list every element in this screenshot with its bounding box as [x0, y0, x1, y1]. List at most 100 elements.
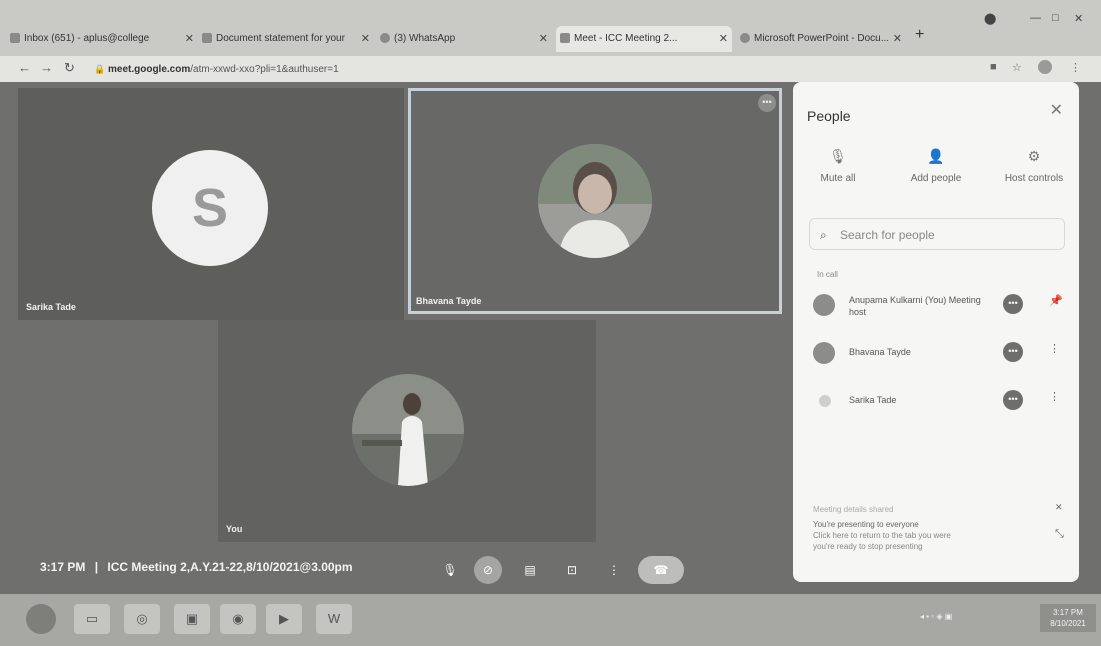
folder-icon[interactable]: ▣	[174, 604, 210, 634]
start-button[interactable]	[26, 604, 56, 634]
maximize-icon[interactable]: □	[1052, 12, 1059, 24]
tile-name: Bhavana Tayde	[416, 296, 482, 306]
action-label: Add people	[910, 173, 962, 184]
more-options-icon[interactable]: •••	[758, 94, 776, 112]
separator: |	[94, 560, 99, 574]
system-clock[interactable]: 3:17 PM 8/10/2021	[1040, 604, 1096, 632]
avatar	[538, 144, 652, 258]
star-icon[interactable]: ☆	[1012, 61, 1022, 74]
avatar	[352, 374, 464, 486]
gmail-icon	[10, 33, 20, 43]
avatar: S	[152, 150, 268, 266]
tab-google-meet[interactable]: Meet - ICC Meeting 2... ✕	[556, 26, 732, 52]
list-item[interactable]: Anupama Kulkarni (You) Meeting host ••• …	[813, 290, 1065, 326]
end-call-icon[interactable]: ☎	[638, 556, 684, 584]
mute-all-icon: 🎙	[829, 148, 847, 164]
more-icon[interactable]: ⋮	[600, 556, 628, 584]
reload-icon[interactable]: ↻	[64, 60, 75, 76]
captions-icon[interactable]: ▤	[516, 556, 544, 584]
close-window-icon[interactable]: ✕	[1074, 12, 1083, 25]
participant-name: Bhavana Tayde	[849, 347, 911, 357]
camera-off-icon[interactable]: ⊘	[474, 556, 502, 584]
tab-gmail-inbox[interactable]: Inbox (651) - aplus@college ✕	[6, 26, 198, 52]
screenshot: Inbox (651) - aplus@college ✕ Document s…	[0, 0, 1101, 646]
lock-icon: 🔒	[94, 64, 106, 74]
search-icon: ⌕	[820, 228, 827, 242]
tab-title: Inbox (651) - aplus@college	[24, 33, 150, 44]
record-icon: ⬤	[984, 13, 997, 25]
host-controls-button[interactable]: ⚙ Host controls	[989, 148, 1079, 184]
whatsapp-icon	[380, 33, 390, 43]
tab-title: Document statement for your	[216, 33, 345, 44]
tab-powerpoint[interactable]: Microsoft PowerPoint - Docu... ✕	[736, 26, 906, 52]
tab-title: Microsoft PowerPoint - Docu...	[754, 33, 890, 44]
media-player-icon[interactable]: ▶	[266, 604, 302, 634]
participant-name: Sarika Tade	[849, 395, 897, 405]
mic-icon[interactable]: 🎙	[436, 556, 464, 584]
participant-tile-you[interactable]: You	[218, 320, 596, 542]
word-icon[interactable]: W	[316, 604, 352, 634]
list-item[interactable]: Sarika Tade ••• ⋮	[813, 386, 1065, 422]
minimize-icon[interactable]: —	[1030, 12, 1041, 24]
close-icon[interactable]: ✕	[185, 26, 194, 52]
clock-date: 8/10/2021	[1050, 619, 1086, 628]
notice-heading: Meeting details shared	[813, 505, 894, 514]
url-host: meet.google.com	[108, 64, 191, 75]
mute-all-button[interactable]: 🎙 Mute all	[793, 148, 883, 184]
more-options-icon[interactable]: •••	[1003, 294, 1023, 314]
expand-icon[interactable]: ⤡	[1055, 528, 1064, 541]
kebab-menu-icon[interactable]: ⋮	[1049, 390, 1060, 403]
participant-tile-sarika[interactable]: S Sarika Tade	[18, 88, 404, 320]
tray-icons[interactable]: ◂ ▪ ▫ ◈ ▣	[920, 612, 952, 621]
notice-line: You're presenting to everyone	[813, 520, 919, 529]
menu-icon[interactable]: ⋮	[1070, 61, 1081, 74]
avatar	[819, 395, 831, 407]
tile-name: You	[226, 524, 243, 534]
person-photo-icon	[352, 374, 464, 486]
notice-line: Click here to return to the tab you were	[813, 531, 951, 540]
tile-name: Sarika Tade	[26, 302, 76, 312]
close-icon[interactable]: ✕	[893, 26, 902, 52]
close-icon[interactable]: ✕	[1055, 502, 1063, 513]
profile-avatar[interactable]	[1038, 60, 1052, 74]
meeting-info: 3:17 PM | ICC Meeting 2,A.Y.21-22,8/10/2…	[40, 560, 353, 574]
gmail-icon	[202, 33, 212, 43]
tab-title: Meet - ICC Meeting 2...	[574, 33, 678, 44]
close-icon[interactable]: ✕	[361, 26, 370, 52]
tab-title: (3) WhatsApp	[394, 33, 456, 44]
participant-tile-bhavana[interactable]: ••• Bhavana Tayde	[408, 88, 782, 314]
url-field[interactable]: 🔒 meet.google.com/atm-xxwd-xxo?pli=1&aut…	[94, 59, 854, 79]
search-people-input[interactable]: ⌕ Search for people	[809, 218, 1065, 250]
action-label: Mute all	[820, 173, 856, 184]
meeting-time: 3:17 PM	[40, 560, 86, 574]
kebab-menu-icon[interactable]: ⋮	[1049, 342, 1060, 355]
present-icon[interactable]: ⊡	[558, 556, 586, 584]
list-item[interactable]: Bhavana Tayde ••• ⋮	[813, 338, 1065, 374]
presenting-notice: Meeting details shared You're presenting…	[813, 504, 1063, 552]
pin-icon[interactable]: 📌	[1049, 294, 1063, 307]
person-photo-icon	[538, 144, 652, 258]
close-icon[interactable]: ✕	[539, 26, 548, 52]
close-icon[interactable]: ✕	[1050, 100, 1063, 120]
avatar	[813, 342, 835, 364]
clock-time: 3:17 PM	[1053, 608, 1083, 617]
more-options-icon[interactable]: •••	[1003, 342, 1023, 362]
add-person-icon: 👤	[927, 148, 945, 164]
camera-indicator-icon[interactable]: ■	[990, 61, 997, 73]
more-options-icon[interactable]: •••	[1003, 390, 1023, 410]
close-icon[interactable]: ✕	[719, 26, 728, 52]
avatar	[813, 294, 835, 316]
browser-icon[interactable]: ◉	[220, 604, 256, 634]
action-label: Host controls	[1004, 173, 1064, 184]
forward-icon[interactable]: →	[40, 60, 53, 75]
back-icon[interactable]: ←	[18, 60, 31, 75]
file-explorer-icon[interactable]: ▭	[74, 604, 110, 634]
new-tab-button[interactable]: +	[915, 26, 924, 44]
add-people-button[interactable]: 👤 Add people	[891, 148, 981, 184]
tab-whatsapp[interactable]: (3) WhatsApp ✕	[376, 26, 552, 52]
people-panel: People ✕ 🎙 Mute all 👤 Add people ⚙ Host …	[793, 82, 1079, 582]
host-controls-icon: ⚙	[1027, 148, 1041, 164]
tab-gmail-document[interactable]: Document statement for your ✕	[198, 26, 374, 52]
chrome-icon[interactable]: ◎	[124, 604, 160, 634]
search-placeholder: Search for people	[840, 228, 935, 242]
